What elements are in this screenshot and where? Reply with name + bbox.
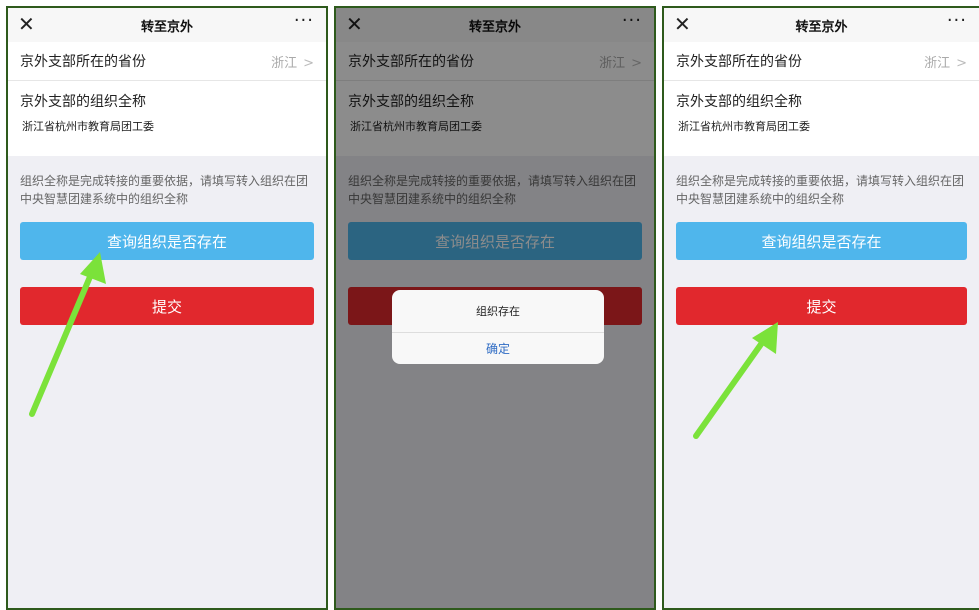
form-section: 京外支部所在的省份 浙江 > 京外支部的组织全称 浙江省杭州市教育局团工委	[664, 42, 979, 156]
org-name-field[interactable]: 浙江省杭州市教育局团工委	[676, 118, 967, 134]
phone-screen-3: ✕ 转至京外 ··· 京外支部所在的省份 浙江 > 京外支部的组织全称 浙江省杭州…	[662, 6, 979, 610]
chevron-right-icon: >	[956, 55, 967, 71]
submit-button[interactable]: 提交	[676, 287, 967, 325]
query-org-button[interactable]: 查询组织是否存在	[20, 222, 314, 260]
province-value[interactable]: 浙江 >	[924, 52, 967, 71]
dialog-confirm-button[interactable]: 确定	[392, 333, 604, 364]
more-icon[interactable]: ···	[947, 10, 967, 31]
org-row[interactable]: 京外支部的组织全称 浙江省杭州市教育局团工委	[8, 81, 326, 156]
hint-text: 组织全称是完成转接的重要依据，请填写转入组织在团中央智慧团建系统中的组织全称	[20, 174, 309, 206]
phone-screen-1: ✕ 转至京外 ··· 京外支部所在的省份 浙江 > 京外支部的组织全称 浙江省杭州…	[6, 6, 328, 610]
form-section: 京外支部所在的省份 浙江 > 京外支部的组织全称 浙江省杭州市教育局团工委	[8, 42, 326, 156]
province-label: 京外支部所在的省份	[20, 54, 146, 70]
chevron-right-icon: >	[303, 55, 314, 71]
nav-bar: ✕ 转至京外 ···	[8, 8, 326, 42]
org-name-field[interactable]: 浙江省杭州市教育局团工委	[20, 118, 314, 134]
province-row[interactable]: 京外支部所在的省份 浙江 >	[664, 42, 979, 81]
nav-bar: ✕ 转至京外 ···	[664, 8, 979, 42]
submit-button[interactable]: 提交	[20, 287, 314, 325]
hint-text: 组织全称是完成转接的重要依据，请填写转入组织在团中央智慧团建系统中的组织全称	[676, 174, 965, 206]
close-icon[interactable]: ✕	[674, 12, 691, 36]
alert-dialog: 组织存在 确定	[392, 290, 604, 364]
query-org-button[interactable]: 查询组织是否存在	[676, 222, 967, 260]
phone-screen-2: ✕ 转至京外 ··· 京外支部所在的省份 浙江 > 京外支部的组织全称 浙江省杭州…	[334, 6, 656, 610]
org-label: 京外支部的组织全称	[676, 94, 802, 110]
province-value[interactable]: 浙江 >	[271, 52, 314, 71]
org-label: 京外支部的组织全称	[20, 94, 146, 110]
province-label: 京外支部所在的省份	[676, 54, 802, 70]
province-row[interactable]: 京外支部所在的省份 浙江 >	[8, 42, 326, 81]
org-row[interactable]: 京外支部的组织全称 浙江省杭州市教育局团工委	[664, 81, 979, 156]
more-icon[interactable]: ···	[294, 10, 314, 31]
page-title: 转至京外	[795, 19, 848, 35]
close-icon[interactable]: ✕	[18, 12, 35, 36]
page-title: 转至京外	[140, 19, 193, 35]
dialog-message: 组织存在	[392, 290, 604, 333]
